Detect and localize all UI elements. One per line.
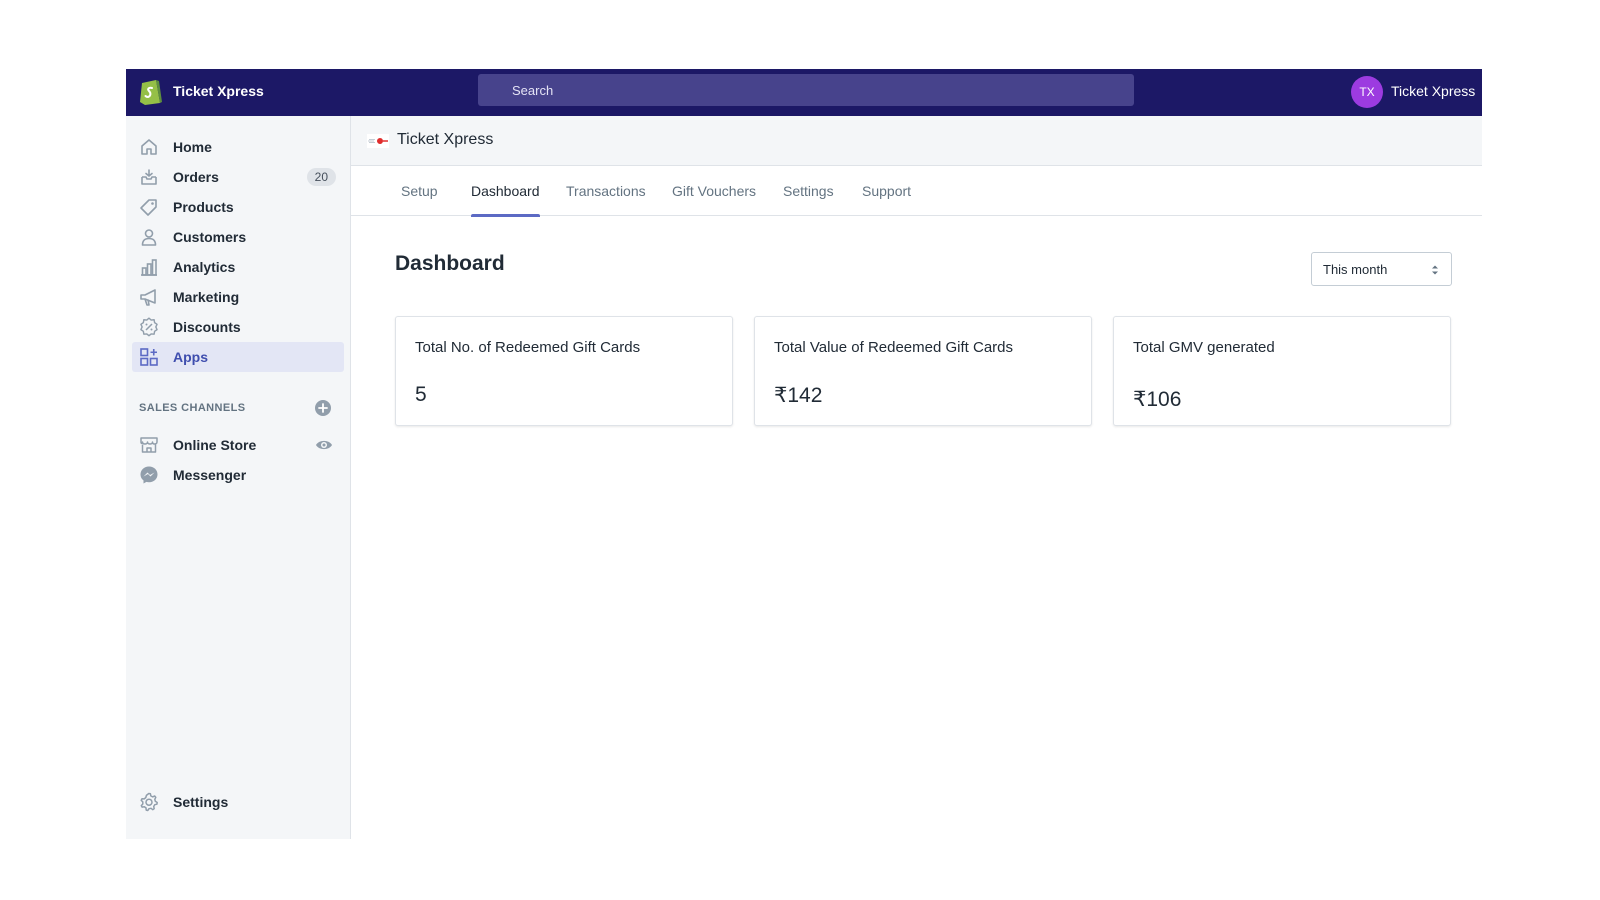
user-name[interactable]: Ticket Xpress	[1391, 83, 1475, 99]
card-title: Total No. of Redeemed Gift Cards	[415, 339, 641, 356]
card-value: ₹106	[1133, 388, 1182, 411]
avatar[interactable]: TX	[1351, 76, 1383, 108]
sidebar-item-analytics[interactable]: Analytics	[132, 252, 344, 282]
stat-card-redeemed-value: Total Value of Redeemed Gift Cards ₹142	[754, 316, 1092, 426]
sidebar-item-settings[interactable]: Settings	[132, 787, 344, 817]
tab-support[interactable]: Support	[862, 166, 911, 216]
sales-channels-heading: SALES CHANNELS	[139, 402, 246, 414]
sidebar-item-label: Apps	[173, 349, 208, 365]
discount-icon	[140, 317, 158, 337]
sidebar-item-discounts[interactable]: Discounts	[132, 312, 344, 342]
sidebar-item-marketing[interactable]: Marketing	[132, 282, 344, 312]
top-bar: Ticket Xpress TX Ticket Xpress	[126, 69, 1482, 116]
messenger-icon	[140, 466, 158, 484]
gear-icon	[140, 792, 158, 812]
sidebar-item-label: Settings	[173, 794, 229, 810]
sidebar-item-online-store[interactable]: Online Store	[132, 430, 344, 460]
card-title: Total Value of Redeemed Gift Cards	[774, 339, 1014, 356]
add-sales-channel-icon[interactable]	[314, 399, 332, 417]
main-content: Ticket Xpress Setup Dashboard Transactio…	[351, 116, 1482, 839]
sidebar-item-customers[interactable]: Customers	[132, 222, 344, 252]
bar-chart-icon	[141, 259, 157, 276]
sidebar-item-products[interactable]: Products	[132, 192, 344, 222]
search-input[interactable]	[478, 74, 1134, 106]
store-name[interactable]: Ticket Xpress	[173, 83, 264, 99]
apps-icon	[140, 348, 158, 366]
app-title: Ticket Xpress	[397, 131, 494, 148]
tab-setup[interactable]: Setup	[401, 166, 438, 216]
period-select-value: This month	[1323, 262, 1388, 277]
orders-count-badge: 20	[306, 168, 336, 186]
period-select[interactable]: This month	[1311, 252, 1452, 286]
tag-icon	[140, 199, 157, 216]
sidebar-item-messenger[interactable]: Messenger	[132, 460, 344, 490]
store-icon	[140, 437, 158, 453]
select-arrows-icon	[1432, 265, 1438, 275]
sidebar-item-label: Orders	[173, 169, 219, 185]
sidebar-item-apps[interactable]: Apps	[132, 342, 344, 372]
stat-card-redeemed-count: Total No. of Redeemed Gift Cards 5	[395, 316, 733, 426]
person-icon	[141, 229, 157, 246]
card-value: ₹142	[774, 384, 823, 407]
tab-dashboard[interactable]: Dashboard	[471, 166, 540, 217]
sidebar-item-label: Customers	[173, 229, 247, 245]
sidebar-item-label: Online Store	[173, 437, 257, 453]
sidebar-item-label: Home	[173, 139, 212, 155]
sidebar-item-label: Products	[173, 199, 234, 215]
tab-bar: Setup Dashboard Transactions Gift Vouche…	[351, 166, 1482, 217]
sidebar: Home Orders 20 Products Customers Analyt…	[126, 116, 351, 839]
shopify-logo-icon[interactable]	[139, 76, 163, 106]
tab-gift-vouchers[interactable]: Gift Vouchers	[672, 166, 756, 216]
app-window: Ticket Xpress TX Ticket Xpress Home Orde…	[126, 69, 1482, 839]
megaphone-icon	[140, 289, 156, 306]
app-header: Ticket Xpress	[351, 116, 1482, 166]
tab-settings[interactable]: Settings	[783, 166, 834, 216]
sidebar-item-label: Analytics	[173, 259, 236, 275]
home-icon	[141, 139, 157, 155]
tab-transactions[interactable]: Transactions	[566, 166, 646, 216]
sidebar-item-label: Discounts	[173, 319, 241, 335]
card-value: 5	[415, 383, 427, 406]
sidebar-item-home[interactable]: Home	[132, 132, 344, 162]
eye-icon[interactable]	[315, 437, 333, 453]
page-title: Dashboard	[395, 252, 505, 275]
sidebar-item-orders[interactable]: Orders 20	[132, 162, 344, 192]
sidebar-item-label: Messenger	[173, 467, 247, 483]
ticket-xpress-logo-icon	[367, 134, 389, 148]
stat-card-gmv: Total GMV generated ₹106	[1113, 316, 1451, 426]
card-title: Total GMV generated	[1133, 339, 1275, 356]
sidebar-item-label: Marketing	[173, 289, 240, 305]
orders-icon	[141, 169, 157, 185]
